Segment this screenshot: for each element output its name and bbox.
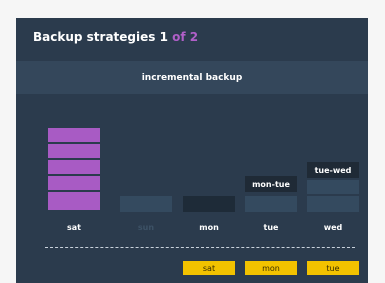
wed-backup-label: tue-wed <box>307 162 359 178</box>
page-count: of 2 <box>172 30 199 44</box>
day-label-sun: sun <box>137 223 155 232</box>
sun-slot <box>120 196 172 212</box>
page-title: Backup strategies 1 of 2 <box>33 30 198 44</box>
day-label-wed: wed <box>323 223 343 232</box>
day-label-sat: sat <box>67 223 81 232</box>
timeline-chip-sat: sat <box>183 261 235 275</box>
sat-backup-block-1 <box>48 128 100 142</box>
day-label-tue: tue <box>263 223 279 232</box>
title-text: Backup strategies 1 <box>33 30 168 44</box>
timeline-divider <box>45 247 355 248</box>
sat-backup-block-4 <box>48 176 100 190</box>
day-label-mon: mon <box>199 223 219 232</box>
tue-backup-label-text: mon-tue <box>252 179 290 189</box>
sat-backup-block-3 <box>48 160 100 174</box>
backup-strategy-panel: Backup strategies 1 of 2 incremental bac… <box>16 18 368 283</box>
timeline-chip-mon: mon <box>245 261 297 275</box>
wed-slot-upper <box>307 180 359 194</box>
strategy-label: incremental backup <box>141 72 243 83</box>
mon-slot <box>183 196 235 212</box>
wed-slot-lower <box>307 196 359 212</box>
sat-backup-block-2 <box>48 144 100 158</box>
tue-slot <box>245 196 297 212</box>
wed-backup-label-text: tue-wed <box>314 165 352 175</box>
strategy-banner: incremental backup <box>16 61 368 94</box>
sat-backup-block-5 <box>48 192 100 210</box>
timeline-chip-tue: tue <box>307 261 359 275</box>
tue-backup-label: mon-tue <box>245 176 297 192</box>
